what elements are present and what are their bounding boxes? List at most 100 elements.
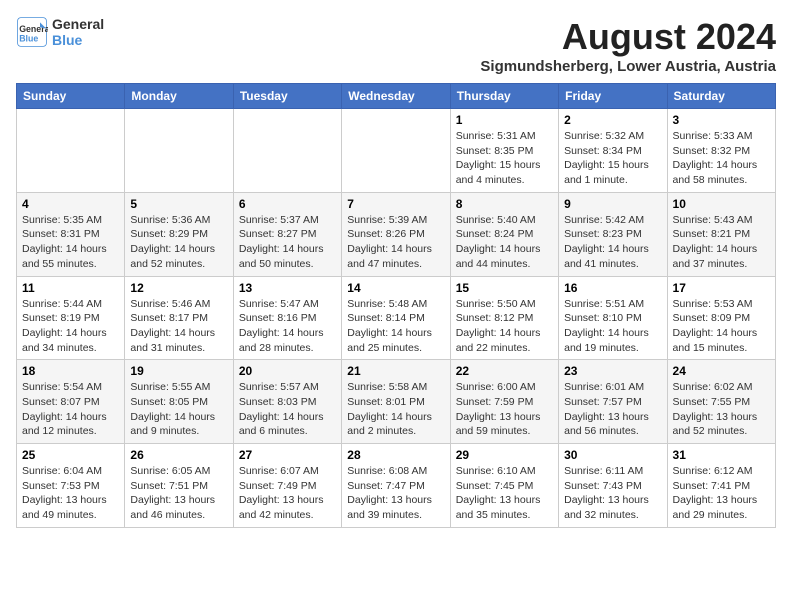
calendar-cell: 26Sunrise: 6:05 AM Sunset: 7:51 PM Dayli… — [125, 444, 233, 528]
calendar-cell: 5Sunrise: 5:36 AM Sunset: 8:29 PM Daylig… — [125, 192, 233, 276]
calendar-cell — [125, 109, 233, 193]
day-info: Sunrise: 5:40 AM Sunset: 8:24 PM Dayligh… — [456, 213, 553, 272]
calendar-cell: 15 Sunrise: 5:50 AM Sunset: 8:12 PM Dayli… — [450, 276, 558, 360]
logo: General Blue General Blue — [16, 16, 104, 48]
day-info: Sunrise: 5:33 AM Sunset: 8:32 PM Dayligh… — [673, 129, 770, 188]
day-number: 10 — [673, 197, 770, 211]
svg-text:Blue: Blue — [19, 34, 38, 44]
calendar-cell: 25Sunrise: 6:04 AM Sunset: 7:53 PM Dayli… — [17, 444, 125, 528]
day-number: 9 — [564, 197, 661, 211]
calendar-cell: 13 Sunrise: 5:47 AM Sunset: 8:16 PM Dayli… — [233, 276, 341, 360]
day-info: Sunrise: 5:48 AM Sunset: 8:14 PM Dayligh… — [347, 297, 444, 356]
calendar-cell: 2 Sunrise: 5:32 AM Sunset: 8:34 PM Daylig… — [559, 109, 667, 193]
day-number: 5 — [130, 197, 227, 211]
day-number: 14 — [347, 281, 444, 295]
day-info: Sunrise: 5:51 AM Sunset: 8:10 PM Dayligh… — [564, 297, 661, 356]
calendar-cell: 6 Sunrise: 5:37 AM Sunset: 8:27 PM Daylig… — [233, 192, 341, 276]
page-header: General Blue General Blue August 2024 Si… — [16, 16, 776, 75]
day-number: 27 — [239, 448, 336, 462]
calendar-cell: 21Sunrise: 5:58 AM Sunset: 8:01 PM Dayli… — [342, 360, 450, 444]
calendar-week-row: 11 Sunrise: 5:44 AM Sunset: 8:19 PM Dayli… — [17, 276, 776, 360]
calendar-cell: 8 Sunrise: 5:40 AM Sunset: 8:24 PM Daylig… — [450, 192, 558, 276]
day-info: Sunrise: 5:31 AM Sunset: 8:35 PM Dayligh… — [456, 129, 553, 188]
day-number: 20 — [239, 364, 336, 378]
day-info: Sunrise: 6:12 AM Sunset: 7:41 PM Dayligh… — [673, 464, 770, 523]
calendar-cell — [342, 109, 450, 193]
day-number: 1 — [456, 113, 553, 127]
day-info: Sunrise: 5:43 AM Sunset: 8:21 PM Dayligh… — [673, 213, 770, 272]
calendar-header-sunday: Sunday — [17, 84, 125, 109]
day-info: Sunrise: 5:39 AM Sunset: 8:26 PM Dayligh… — [347, 213, 444, 272]
calendar-cell: 22 Sunrise: 6:00 AM Sunset: 7:59 PM Dayli… — [450, 360, 558, 444]
day-info: Sunrise: 5:47 AM Sunset: 8:16 PM Dayligh… — [239, 297, 336, 356]
svg-text:General: General — [19, 24, 48, 34]
day-number: 25 — [22, 448, 119, 462]
day-info: Sunrise: 5:53 AM Sunset: 8:09 PM Dayligh… — [673, 297, 770, 356]
day-number: 13 — [239, 281, 336, 295]
day-number: 2 — [564, 113, 661, 127]
logo-icon: General Blue — [16, 16, 48, 48]
calendar-cell: 1 Sunrise: 5:31 AM Sunset: 8:35 PM Daylig… — [450, 109, 558, 193]
calendar-header-friday: Friday — [559, 84, 667, 109]
calendar-cell — [17, 109, 125, 193]
calendar-cell: 16 Sunrise: 5:51 AM Sunset: 8:10 PM Dayli… — [559, 276, 667, 360]
calendar-cell: 23 Sunrise: 6:01 AM Sunset: 7:57 PM Dayli… — [559, 360, 667, 444]
calendar-cell: 12Sunrise: 5:46 AM Sunset: 8:17 PM Dayli… — [125, 276, 233, 360]
day-number: 24 — [673, 364, 770, 378]
day-info: Sunrise: 6:00 AM Sunset: 7:59 PM Dayligh… — [456, 380, 553, 439]
calendar-cell: 28 Sunrise: 6:08 AM Sunset: 7:47 PM Dayli… — [342, 444, 450, 528]
day-number: 16 — [564, 281, 661, 295]
title-block: August 2024 Sigmundsherberg, Lower Austr… — [480, 16, 776, 75]
day-info: Sunrise: 5:35 AM Sunset: 8:31 PM Dayligh… — [22, 213, 119, 272]
calendar-week-row: 4 Sunrise: 5:35 AM Sunset: 8:31 PM Daylig… — [17, 192, 776, 276]
day-number: 8 — [456, 197, 553, 211]
day-info: Sunrise: 5:37 AM Sunset: 8:27 PM Dayligh… — [239, 213, 336, 272]
day-number: 18 — [22, 364, 119, 378]
logo-blue: Blue — [52, 32, 104, 48]
calendar-header-row: SundayMondayTuesdayWednesdayThursdayFrid… — [17, 84, 776, 109]
calendar-header-saturday: Saturday — [667, 84, 775, 109]
calendar-cell: 7 Sunrise: 5:39 AM Sunset: 8:26 PM Daylig… — [342, 192, 450, 276]
calendar-cell: 3 Sunrise: 5:33 AM Sunset: 8:32 PM Daylig… — [667, 109, 775, 193]
calendar-header-monday: Monday — [125, 84, 233, 109]
day-number: 31 — [673, 448, 770, 462]
day-info: Sunrise: 6:10 AM Sunset: 7:45 PM Dayligh… — [456, 464, 553, 523]
calendar-cell: 19Sunrise: 5:55 AM Sunset: 8:05 PM Dayli… — [125, 360, 233, 444]
day-number: 22 — [456, 364, 553, 378]
day-info: Sunrise: 5:44 AM Sunset: 8:19 PM Dayligh… — [22, 297, 119, 356]
month-year-title: August 2024 — [480, 16, 776, 58]
day-number: 4 — [22, 197, 119, 211]
day-number: 15 — [456, 281, 553, 295]
day-info: Sunrise: 5:42 AM Sunset: 8:23 PM Dayligh… — [564, 213, 661, 272]
calendar-cell: 9 Sunrise: 5:42 AM Sunset: 8:23 PM Daylig… — [559, 192, 667, 276]
day-info: Sunrise: 5:32 AM Sunset: 8:34 PM Dayligh… — [564, 129, 661, 188]
day-number: 3 — [673, 113, 770, 127]
day-info: Sunrise: 6:07 AM Sunset: 7:49 PM Dayligh… — [239, 464, 336, 523]
day-info: Sunrise: 6:11 AM Sunset: 7:43 PM Dayligh… — [564, 464, 661, 523]
day-number: 29 — [456, 448, 553, 462]
calendar-week-row: 18Sunrise: 5:54 AM Sunset: 8:07 PM Dayli… — [17, 360, 776, 444]
day-info: Sunrise: 5:57 AM Sunset: 8:03 PM Dayligh… — [239, 380, 336, 439]
day-number: 6 — [239, 197, 336, 211]
calendar-cell: 30Sunrise: 6:11 AM Sunset: 7:43 PM Dayli… — [559, 444, 667, 528]
day-info: Sunrise: 6:02 AM Sunset: 7:55 PM Dayligh… — [673, 380, 770, 439]
day-info: Sunrise: 6:08 AM Sunset: 7:47 PM Dayligh… — [347, 464, 444, 523]
calendar-cell: 20 Sunrise: 5:57 AM Sunset: 8:03 PM Dayli… — [233, 360, 341, 444]
day-number: 17 — [673, 281, 770, 295]
calendar-cell: 4 Sunrise: 5:35 AM Sunset: 8:31 PM Daylig… — [17, 192, 125, 276]
calendar-header-wednesday: Wednesday — [342, 84, 450, 109]
day-info: Sunrise: 6:01 AM Sunset: 7:57 PM Dayligh… — [564, 380, 661, 439]
day-info: Sunrise: 5:55 AM Sunset: 8:05 PM Dayligh… — [130, 380, 227, 439]
calendar-cell: 27 Sunrise: 6:07 AM Sunset: 7:49 PM Dayli… — [233, 444, 341, 528]
calendar-cell: 10 Sunrise: 5:43 AM Sunset: 8:21 PM Dayli… — [667, 192, 775, 276]
day-number: 11 — [22, 281, 119, 295]
calendar-cell: 11 Sunrise: 5:44 AM Sunset: 8:19 PM Dayli… — [17, 276, 125, 360]
calendar-cell: 24 Sunrise: 6:02 AM Sunset: 7:55 PM Dayli… — [667, 360, 775, 444]
day-info: Sunrise: 5:50 AM Sunset: 8:12 PM Dayligh… — [456, 297, 553, 356]
day-number: 28 — [347, 448, 444, 462]
day-info: Sunrise: 5:46 AM Sunset: 8:17 PM Dayligh… — [130, 297, 227, 356]
calendar-week-row: 1 Sunrise: 5:31 AM Sunset: 8:35 PM Daylig… — [17, 109, 776, 193]
day-number: 7 — [347, 197, 444, 211]
day-number: 26 — [130, 448, 227, 462]
day-number: 23 — [564, 364, 661, 378]
